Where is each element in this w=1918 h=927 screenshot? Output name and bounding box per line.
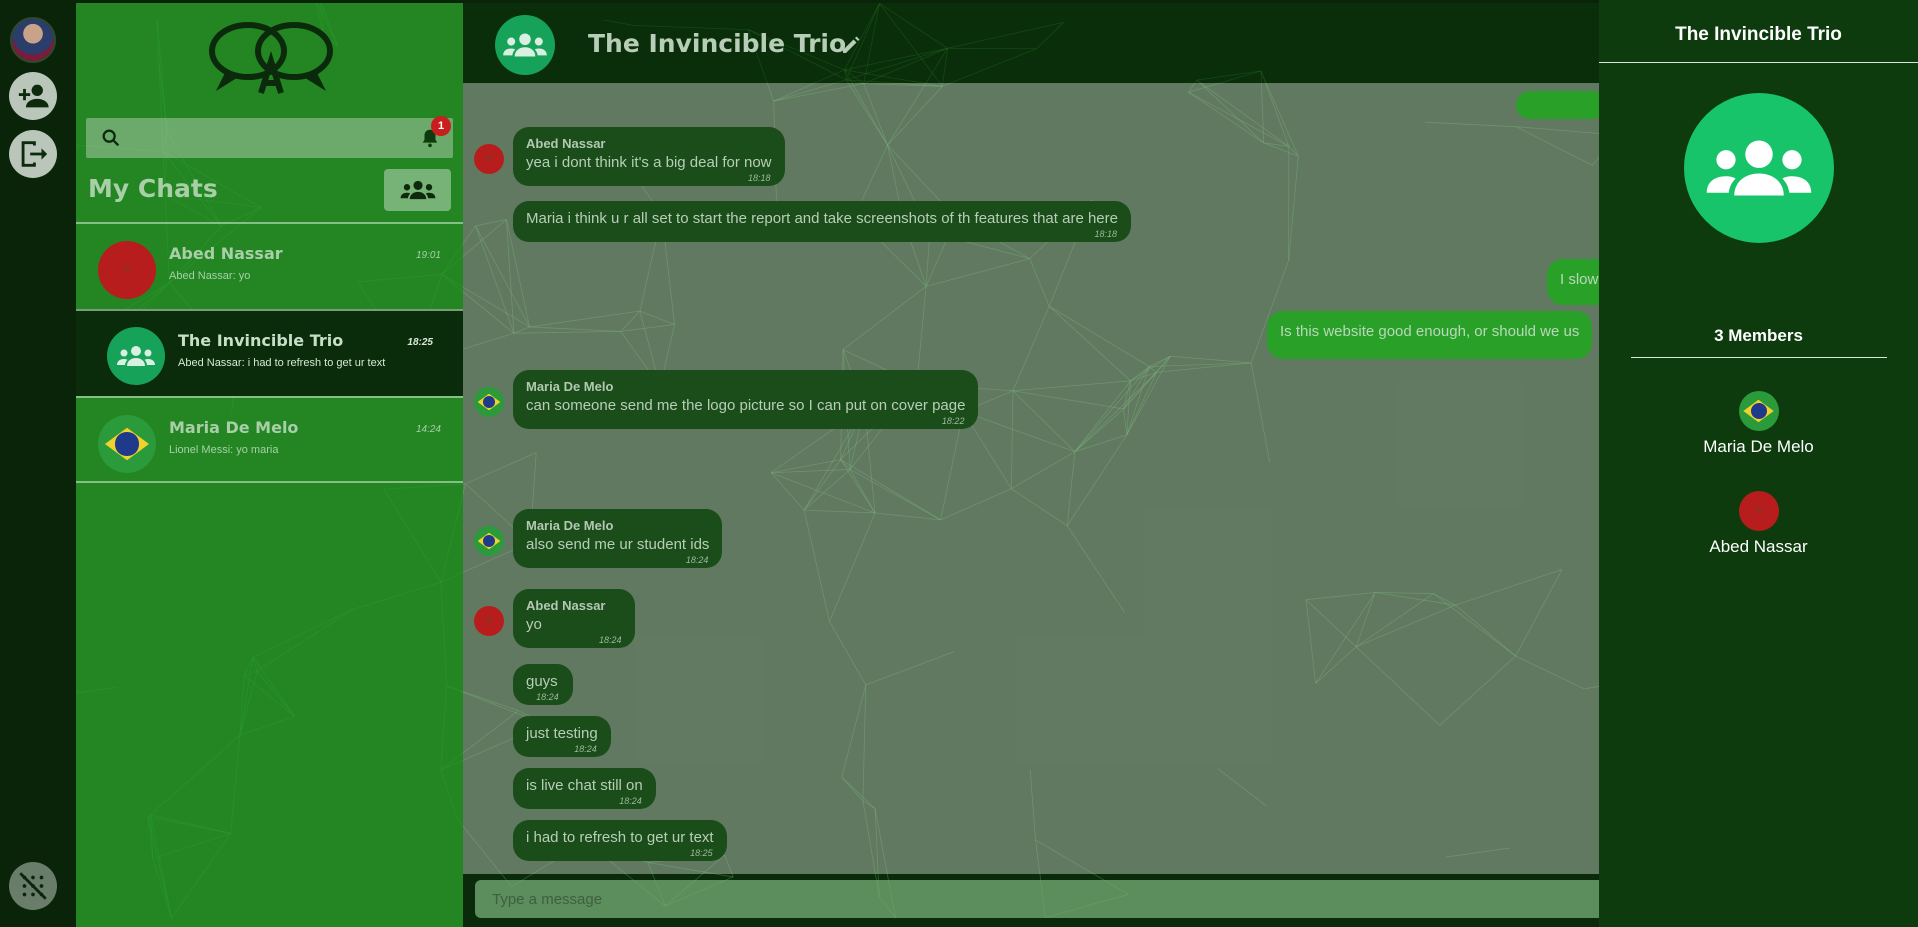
member-item[interactable]: Maria De Melo xyxy=(1599,391,1918,457)
message-time: 18:24 xyxy=(598,635,622,645)
message-time: 18:24 xyxy=(685,555,709,565)
search-input[interactable] xyxy=(130,118,453,158)
chat-item-preview: Lionel Messi: yo maria xyxy=(169,444,279,456)
brazil-flag-avatar xyxy=(474,526,504,556)
group-info-avatar xyxy=(1684,93,1834,243)
message-list: ☆ Abed Nassar yea i dont think it's a bi… xyxy=(463,83,1599,874)
message-bubble: Abed Nassar yo 18:24 xyxy=(513,589,636,648)
morocco-flag-avatar: ☆ xyxy=(1738,491,1779,531)
logout-button[interactable] xyxy=(9,130,57,178)
brazil-flag-avatar xyxy=(98,415,156,473)
chat-header: The Invincible Trio xyxy=(463,0,1599,83)
brazil-flag-avatar xyxy=(474,387,504,417)
chat-item-time: 19:01 xyxy=(415,250,441,261)
group-avatar xyxy=(107,327,165,385)
search-icon xyxy=(102,129,120,147)
message-time: 18:22 xyxy=(941,416,965,426)
message-bubble: guys 18:24 xyxy=(513,664,573,705)
message-bubble: Maria De Melo can someone send me the lo… xyxy=(513,370,979,429)
group-icon xyxy=(117,346,155,366)
morocco-flag-avatar: ☆ xyxy=(474,144,504,174)
message-text: I slow xyxy=(1560,271,1599,288)
chat-item-name: The Invincible Trio xyxy=(178,331,344,350)
group-icon xyxy=(503,33,547,57)
message-sender: Maria De Melo xyxy=(526,379,614,394)
my-chats-title: My Chats xyxy=(88,174,218,203)
message-sender: Abed Nassar xyxy=(526,136,606,151)
chat-item-maria-de-melo[interactable]: Maria De Melo Lionel Messi: yo maria 14:… xyxy=(76,396,463,483)
chat-header-group-avatar[interactable] xyxy=(495,15,555,75)
group-icon xyxy=(1706,140,1812,196)
message-text: guys xyxy=(526,673,558,690)
message-time: 18:24 xyxy=(619,796,642,806)
logout-icon xyxy=(21,141,48,167)
message-text: yo xyxy=(526,616,542,633)
chat-item-preview: Abed Nassar: yo xyxy=(169,270,251,282)
divider xyxy=(1599,62,1918,63)
message-bubble: Abed Nassar yea i dont think it's a big … xyxy=(513,127,785,186)
message-input[interactable] xyxy=(475,880,1599,918)
message-bubble: Maria i think u r all set to start the r… xyxy=(513,201,1131,242)
new-group-button[interactable] xyxy=(384,169,451,211)
message-time: 18:24 xyxy=(574,744,597,754)
morocco-flag-avatar: ☆ xyxy=(474,606,504,636)
message-text: Is this website good enough, or should w… xyxy=(1280,323,1580,340)
chat-window: The Invincible Trio ☆ Abed Nassar yea i … xyxy=(463,0,1599,927)
message-bubble: i had to refresh to get ur text 18:25 xyxy=(513,820,727,861)
message-text: yea i dont think it's a big deal for now xyxy=(526,154,772,171)
message-sender: Abed Nassar xyxy=(526,598,606,613)
chat-item-time: 14:24 xyxy=(415,424,441,435)
message-sender: Maria De Melo xyxy=(526,518,614,533)
divider xyxy=(1631,357,1887,358)
member-name: Abed Nassar xyxy=(1709,537,1808,556)
chat-item-name: Abed Nassar xyxy=(169,244,283,263)
chat-item-time: 18:25 xyxy=(407,337,433,348)
message-text: Maria i think u r all set to start the r… xyxy=(526,210,1118,227)
chat-title: The Invincible Trio xyxy=(588,29,847,58)
notification-badge: 1 xyxy=(431,116,451,136)
message-bubble: just testing 18:24 xyxy=(513,716,611,757)
group-icon xyxy=(400,180,435,200)
message-time: 18:18 xyxy=(747,173,771,183)
network-toggle-icon xyxy=(19,872,47,900)
add-user-icon xyxy=(18,84,49,108)
chat-item-name: Maria De Melo xyxy=(169,418,299,437)
message-text: just testing xyxy=(526,725,598,742)
search-bar: 1 xyxy=(86,116,453,158)
message-bubble-outgoing: Is this website good enough, or should w… xyxy=(1267,311,1593,359)
brazil-flag-avatar xyxy=(1738,391,1779,431)
members-count: 3 Members xyxy=(1714,326,1803,345)
chat-item-abed-nassar[interactable]: ☆ Abed Nassar Abed Nassar: yo 19:01 xyxy=(76,222,463,309)
edit-icon[interactable] xyxy=(839,33,863,57)
message-composer xyxy=(475,880,1599,918)
member-name: Maria De Melo xyxy=(1703,437,1814,456)
chats-sidebar: 1 My Chats ☆ Abed Nassar Abed Nassar: yo… xyxy=(76,0,463,927)
chat-list: ☆ Abed Nassar Abed Nassar: yo 19:01 The … xyxy=(76,222,463,483)
app-logo xyxy=(209,22,333,94)
chat-item-the-invincible-trio[interactable]: The Invincible Trio Abed Nassar: i had t… xyxy=(76,309,463,396)
message-bubble-outgoing xyxy=(1516,91,1599,119)
message-text: also send me ur student ids xyxy=(526,536,710,553)
message-bubble: Maria De Melo also send me ur student id… xyxy=(513,509,723,568)
message-text: can someone send me the logo picture so … xyxy=(526,397,966,414)
message-time: 18:25 xyxy=(690,848,713,858)
left-rail xyxy=(0,0,76,927)
message-time: 18:18 xyxy=(1094,229,1117,239)
member-item[interactable]: ☆ Abed Nassar xyxy=(1599,491,1918,557)
message-text: is live chat still on xyxy=(526,777,643,794)
profile-avatar[interactable] xyxy=(10,17,56,63)
group-info-title: The Invincible Trio xyxy=(1675,24,1842,45)
network-toggle-button[interactable] xyxy=(9,862,57,910)
message-bubble: is live chat still on 18:24 xyxy=(513,768,656,809)
group-info-panel: The Invincible Trio 3 Members Maria De M… xyxy=(1599,0,1918,927)
message-text: i had to refresh to get ur text xyxy=(526,829,714,846)
message-time: 18:24 xyxy=(536,692,559,702)
chat-item-preview: Abed Nassar: i had to refresh to get ur … xyxy=(178,357,386,369)
message-bubble-outgoing: I slow xyxy=(1547,259,1599,305)
add-user-button[interactable] xyxy=(9,72,57,120)
morocco-flag-avatar: ☆ xyxy=(98,241,156,299)
